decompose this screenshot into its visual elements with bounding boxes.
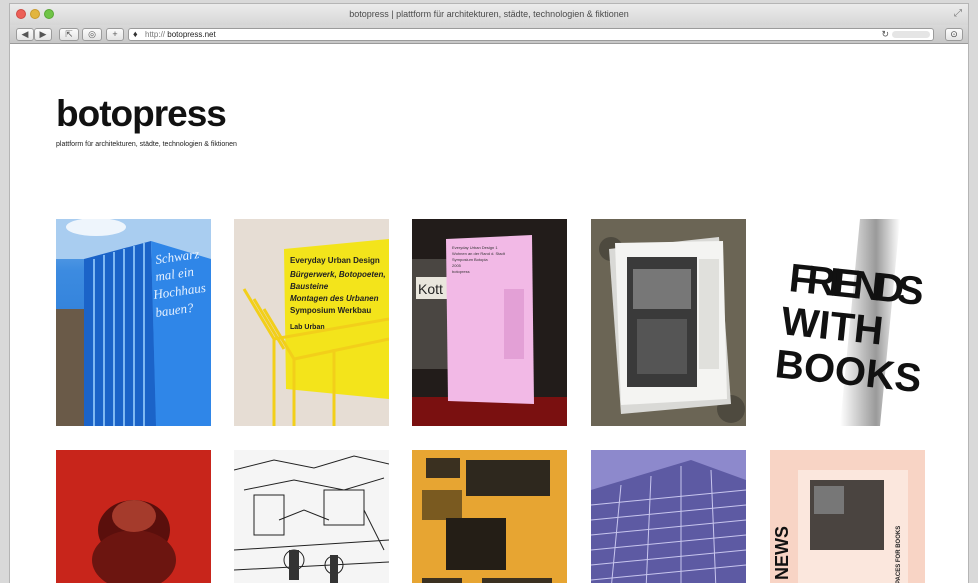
svg-text:Symposium Botopia: Symposium Botopia <box>452 257 488 262</box>
download-icon: ⊙ <box>950 29 958 39</box>
title-bar: botopress | plattform für architekturen,… <box>10 4 968 25</box>
reader-button[interactable]: ◎ <box>82 28 102 41</box>
svg-text:SPACES FOR BOOKS: SPACES FOR BOOKS <box>896 526 902 583</box>
share-button[interactable]: ⇱ <box>59 28 79 41</box>
share-icon: ⇱ <box>65 29 73 39</box>
page-content: botopress plattform für architekturen, s… <box>10 45 968 583</box>
browser-window: botopress | plattform für architekturen,… <box>9 3 969 583</box>
violet-building-image <box>591 450 746 583</box>
tile-peach-news[interactable]: NEWS SPACES FOR BOOKS <box>770 450 925 583</box>
window-title: botopress | plattform für architekturen,… <box>349 9 629 19</box>
tile-pink-book[interactable]: Kott Everyday Urban Design 1 Wohnen an d… <box>412 219 567 426</box>
search-field[interactable] <box>892 31 930 38</box>
site-title[interactable]: botopress <box>56 93 227 135</box>
red-marx-poster-image <box>56 450 211 583</box>
svg-text:Montagen des Urbanen: Montagen des Urbanen <box>290 294 379 303</box>
peach-news-image: NEWS SPACES FOR BOOKS <box>770 450 925 583</box>
back-arrow-icon: ◀ <box>21 29 29 39</box>
url-text: http:// botopress.net <box>145 29 216 40</box>
url-host: botopress.net <box>167 30 216 39</box>
svg-text:Everyday Urban Design: Everyday Urban Design <box>290 256 380 265</box>
svg-text:NEWS: NEWS <box>772 526 792 580</box>
fullscreen-icon[interactable]: ⤢ <box>954 8 962 19</box>
yellow-book-image: Everyday Urban Design Bürgerwerk, Botopo… <box>234 219 389 426</box>
svg-text:Everyday Urban Design 1: Everyday Urban Design 1 <box>452 245 498 250</box>
sketch-drawing-image <box>234 450 389 583</box>
back-button[interactable]: ◀ <box>16 28 34 41</box>
svg-text:Kott: Kott <box>418 281 443 297</box>
favicon-icon: ♦ <box>133 29 138 39</box>
ochre-collage-image <box>412 450 567 583</box>
tile-sketch-drawing[interactable] <box>234 450 389 583</box>
address-bar[interactable]: ♦ http:// botopress.net ↻ <box>128 28 934 41</box>
plus-icon: + <box>112 29 118 39</box>
tile-blue-book-stack[interactable]: Schwarz mal ein Hochhaus bauen? <box>56 219 211 426</box>
tile-red-marx-poster[interactable] <box>56 450 211 583</box>
downloads-button[interactable]: ⊙ <box>945 28 963 41</box>
bw-magazine-image <box>591 219 746 426</box>
blue-book-stack-image: Schwarz mal ein Hochhaus bauen? <box>56 219 211 426</box>
pink-book-image: Kott Everyday Urban Design 1 Wohnen an d… <box>412 219 567 426</box>
tile-friends-with-books[interactable]: FRIENDS WITH BOOKS <box>770 219 925 426</box>
tile-bw-magazine[interactable] <box>591 219 746 426</box>
forward-arrow-icon: ▶ <box>39 29 47 39</box>
tile-violet-building[interactable] <box>591 450 746 583</box>
reload-icon[interactable]: ↻ <box>881 29 889 40</box>
add-bookmark-button[interactable]: + <box>106 28 124 41</box>
url-scheme: http:// <box>145 30 166 39</box>
svg-text:Bausteine: Bausteine <box>290 282 329 291</box>
browser-toolbar: ◀ ▶ ⇱ ◎ + ♦ http:// botopress.net ↻ ⊙ <box>10 25 968 44</box>
svg-text:botopress: botopress <box>452 269 470 274</box>
forward-button[interactable]: ▶ <box>34 28 52 41</box>
svg-text:Symposium Werkbau: Symposium Werkbau <box>290 306 371 315</box>
tile-ochre-collage[interactable] <box>412 450 567 583</box>
tile-yellow-book[interactable]: Everyday Urban Design Bürgerwerk, Botopo… <box>234 219 389 426</box>
svg-text:Bürgerwerk, Botopoeten,: Bürgerwerk, Botopoeten, <box>290 270 386 279</box>
reader-icon: ◎ <box>88 29 96 39</box>
friends-with-books-image: FRIENDS WITH BOOKS <box>770 219 925 426</box>
svg-text:Wohnen an der Rand d. Stadt: Wohnen an der Rand d. Stadt <box>452 251 506 256</box>
site-subtitle: plattform für architekturen, städte, tec… <box>56 141 237 148</box>
svg-text:2005: 2005 <box>452 263 462 268</box>
